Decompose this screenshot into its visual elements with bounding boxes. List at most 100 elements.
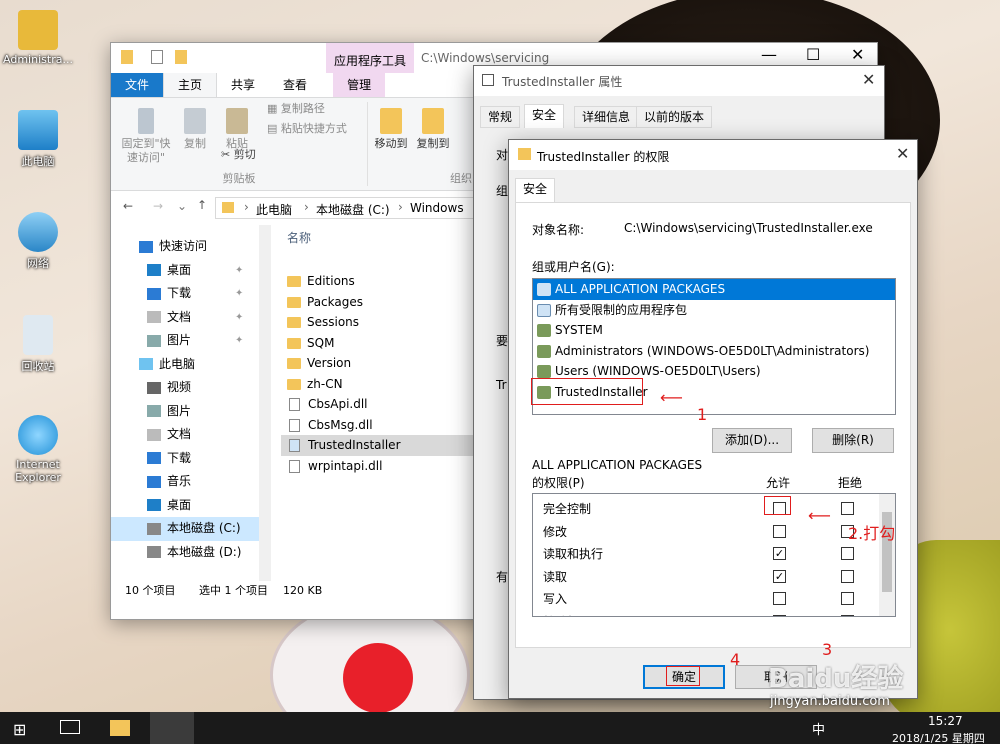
copy-to-button[interactable]: 复制到 <box>413 108 453 151</box>
file-item[interactable]: zh-CN <box>281 374 477 395</box>
new-folder-icon[interactable] <box>175 50 187 64</box>
deny-checkbox[interactable] <box>841 592 854 605</box>
nav-item[interactable]: 下载 ✦ <box>111 282 261 306</box>
permission-row: 写入 <box>543 592 568 606</box>
tab-security[interactable]: 安全 <box>515 178 556 202</box>
breadcrumb-windows[interactable]: Windows <box>410 201 464 215</box>
desktop-icon-internet-explorer[interactable]: Internet Explorer <box>2 415 74 484</box>
tab-view[interactable]: 查看 <box>269 72 321 97</box>
status-size: 120 KB <box>283 584 323 597</box>
desktop-icon-network[interactable]: 网络 <box>2 212 74 271</box>
nav-item[interactable]: 音乐 <box>111 470 261 494</box>
ime-indicator[interactable]: 中 <box>812 719 825 738</box>
user-item-restricted-packages[interactable]: 所有受限制的应用程序包 <box>533 300 895 321</box>
allow-checkbox[interactable] <box>773 614 786 616</box>
deny-checkbox[interactable] <box>841 502 854 515</box>
user-item-system[interactable]: SYSTEM <box>533 320 895 341</box>
cut-button[interactable]: ✂ 剪切 <box>221 148 256 162</box>
close-icon[interactable]: ✕ <box>851 45 864 64</box>
breadcrumb-this-pc[interactable]: 此电脑 <box>256 201 292 218</box>
nav-item[interactable]: 视频 <box>111 376 261 400</box>
clock-date[interactable]: 2018/1/25 星期四 <box>892 730 985 744</box>
close-icon[interactable]: ✕ <box>862 70 875 89</box>
arrow-icon: ⟵ <box>808 506 831 525</box>
properties-icon[interactable] <box>151 50 163 64</box>
file-item[interactable]: Editions <box>281 271 477 292</box>
clock-time[interactable]: 15:27 <box>928 714 963 728</box>
tab-previous-versions[interactable]: 以前的版本 <box>636 106 713 128</box>
paste-button[interactable]: 粘贴 <box>219 108 255 151</box>
file-item[interactable]: SQM <box>281 333 477 354</box>
annotation-step-3: 3 <box>822 640 833 659</box>
windows-start-icon[interactable]: ⊞ <box>13 720 26 739</box>
file-item[interactable]: CbsMsg.dll <box>281 415 477 436</box>
annotation-step-4: 4 <box>730 650 741 669</box>
forward-icon[interactable]: → <box>153 199 163 213</box>
deny-checkbox[interactable] <box>841 569 854 583</box>
add-button[interactable]: 添加(D)... <box>712 428 792 453</box>
file-item[interactable]: Packages <box>281 292 477 313</box>
nav-item[interactable]: 文档 ✦ <box>111 306 261 330</box>
allow-checkbox[interactable] <box>773 592 786 605</box>
nav-item[interactable]: 快速访问 <box>111 235 261 259</box>
allow-checkbox[interactable] <box>773 524 786 538</box>
nav-item[interactable]: 图片 <box>111 400 261 424</box>
star-icon <box>139 240 153 253</box>
move-to-button[interactable]: 移动到 <box>371 108 411 151</box>
nav-item[interactable]: 桌面 ✦ <box>111 259 261 283</box>
nav-item[interactable]: 本地磁盘 (D:) <box>111 541 261 565</box>
nav-scrollbar[interactable] <box>259 225 271 595</box>
tab-file[interactable]: 文件 <box>111 72 164 97</box>
allow-checkbox[interactable]: ✓ <box>773 569 786 583</box>
file-item[interactable]: Version <box>281 353 477 374</box>
task-view-icon[interactable] <box>60 720 80 734</box>
tab-security[interactable]: 安全 <box>524 104 565 128</box>
file-item[interactable]: wrpintapi.dll <box>281 456 477 477</box>
user-item-administrators[interactable]: Administrators (WINDOWS-OE5D0LT\Administ… <box>533 341 895 362</box>
minimize-icon[interactable]: — <box>761 45 777 64</box>
file-item[interactable]: CbsApi.dll <box>281 394 477 415</box>
tab-manage[interactable]: 管理 <box>333 72 386 97</box>
nav-item[interactable]: 图片 ✦ <box>111 329 261 353</box>
breadcrumb-drive-c[interactable]: 本地磁盘 (C:) <box>316 201 390 218</box>
up-icon[interactable]: ↑ <box>197 198 207 212</box>
paste-shortcut-button[interactable]: ▤ 粘贴快捷方式 <box>267 122 347 136</box>
tab-details[interactable]: 详细信息 <box>574 106 639 128</box>
navigation-pane: 快速访问 桌面 ✦ 下载 ✦ 文档 ✦ 图片 ✦ 此电脑 视频 图片 文档 下载 音乐 桌面 本地磁盘 (C:)… <box>111 225 261 564</box>
back-icon[interactable]: ← <box>123 199 133 213</box>
copy-path-button[interactable]: ▦ 复制路径 <box>267 102 325 116</box>
pin-icon: ✦ <box>235 264 244 276</box>
properties-title: TrustedInstaller 属性 <box>502 75 623 89</box>
remove-button[interactable]: 删除(R) <box>812 428 894 453</box>
deny-checkbox[interactable] <box>841 547 854 560</box>
desktop-icon-administrator[interactable]: Administra... <box>2 10 74 66</box>
tab-home[interactable]: 主页 <box>163 71 218 97</box>
deny-checkbox[interactable] <box>841 614 854 616</box>
permission-scrollbar[interactable] <box>879 494 895 616</box>
desktop-icon-this-pc[interactable]: 此电脑 <box>2 110 74 169</box>
permission-row: 完全控制 <box>543 502 592 516</box>
tab-general[interactable]: 常规 <box>480 106 521 128</box>
nav-item[interactable]: 此电脑 <box>111 353 261 377</box>
recycle-bin-icon <box>23 315 53 355</box>
nav-item[interactable]: 桌面 <box>111 494 261 518</box>
file-explorer-taskbar-icon[interactable] <box>110 720 130 736</box>
close-icon[interactable]: ✕ <box>896 144 909 163</box>
nav-item[interactable]: 文档 <box>111 423 261 447</box>
tab-share[interactable]: 共享 <box>217 72 269 97</box>
user-item-all-app-packages[interactable]: ALL APPLICATION PACKAGES <box>533 279 895 300</box>
copy-button[interactable]: 复制 <box>177 108 213 151</box>
drive-icon <box>147 546 161 558</box>
file-item[interactable]: TrustedInstaller <box>281 435 477 456</box>
pin-quick-access-button[interactable]: 固定到"快速访问" <box>119 108 173 165</box>
nav-item[interactable]: 下载 <box>111 447 261 471</box>
maximize-icon[interactable]: ☐ <box>806 45 820 64</box>
recent-locations-icon[interactable]: ⌄ <box>177 199 187 213</box>
allow-checkbox[interactable]: ✓ <box>773 547 786 560</box>
nav-item[interactable]: 本地磁盘 (C:) <box>111 517 261 541</box>
active-window-taskbar-item[interactable] <box>150 712 194 744</box>
column-header-name[interactable]: 名称 <box>281 225 477 251</box>
file-item[interactable]: Sessions <box>281 312 477 333</box>
desktop-icon-recycle-bin[interactable]: 回收站 <box>2 315 74 374</box>
breadcrumb[interactable]: › 此电脑 › 本地磁盘 (C:) › Windows <box>215 197 475 219</box>
